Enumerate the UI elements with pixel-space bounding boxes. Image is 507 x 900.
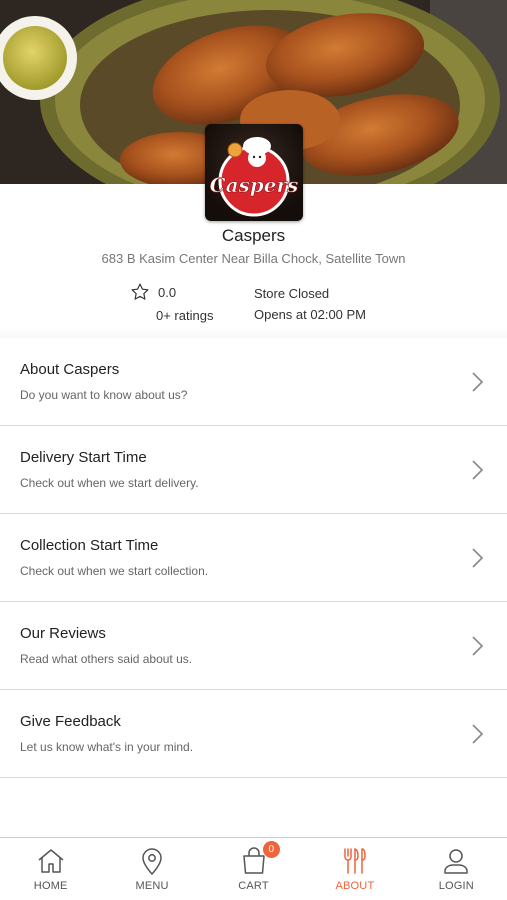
- store-address: 683 B Kasim Center Near Billa Chock, Sat…: [101, 251, 406, 266]
- list-item-delivery-time[interactable]: Delivery Start Time Check out when we st…: [0, 426, 507, 514]
- list-item-subtitle: Check out when we start delivery.: [20, 476, 199, 490]
- nav-label: MENU: [135, 880, 169, 892]
- rating-value: 0.0: [158, 284, 177, 300]
- list-item-title: Give Feedback: [20, 713, 121, 730]
- chevron-right-icon: [472, 372, 484, 392]
- nav-login[interactable]: LOGIN: [406, 838, 507, 900]
- list-item-reviews[interactable]: Our Reviews Read what others said about …: [0, 602, 507, 690]
- nav-about[interactable]: ABOUT: [304, 838, 405, 900]
- nav-label: CART: [238, 880, 269, 892]
- nav-label: HOME: [33, 880, 68, 892]
- list-item-title: About Caspers: [20, 361, 120, 378]
- ratings-count: 0+ ratings: [156, 308, 214, 323]
- bottom-navigation: HOME MENU 0 CART ABOUT LOGIN: [0, 837, 507, 900]
- chevron-right-icon: [472, 636, 484, 656]
- list-item-subtitle: Let us know what's in your mind.: [20, 740, 194, 754]
- store-opening-time: Opens at 02:00 PM: [254, 307, 367, 322]
- list-item-about[interactable]: About Caspers Do you want to know about …: [0, 338, 507, 426]
- list-item-title: Delivery Start Time: [20, 449, 147, 466]
- list-item-title: Collection Start Time: [20, 537, 159, 554]
- nav-label: ABOUT: [335, 880, 375, 892]
- cart-count-badge: 0: [262, 841, 280, 858]
- location-pin-icon: [142, 848, 162, 876]
- logo-wordmark: Caspers: [210, 173, 299, 197]
- nav-cart[interactable]: 0 CART: [203, 838, 304, 900]
- store-logo: Caspers: [205, 124, 303, 221]
- star-icon: [131, 283, 149, 300]
- store-status: Store Closed: [254, 286, 330, 301]
- fork-knife-icon: [344, 848, 366, 874]
- user-icon: [444, 849, 469, 874]
- about-menu-list: About Caspers Do you want to know about …: [0, 328, 507, 778]
- nav-home[interactable]: HOME: [0, 838, 101, 900]
- chevron-right-icon: [472, 548, 484, 568]
- store-name: Caspers: [221, 226, 286, 245]
- list-item-subtitle: Read what others said about us.: [20, 652, 193, 666]
- list-item-subtitle: Check out when we start collection.: [20, 564, 209, 578]
- home-icon: [38, 849, 64, 873]
- nav-label: LOGIN: [438, 880, 474, 892]
- chevron-right-icon: [472, 460, 484, 480]
- list-item-collection-time[interactable]: Collection Start Time Check out when we …: [0, 514, 507, 602]
- nav-menu[interactable]: MENU: [101, 838, 202, 900]
- chevron-right-icon: [472, 724, 484, 744]
- list-item-title: Our Reviews: [20, 625, 106, 642]
- list-item-feedback[interactable]: Give Feedback Let us know what's in your…: [0, 690, 507, 778]
- store-rating: 0.0: [130, 282, 176, 302]
- list-item-subtitle: Do you want to know about us?: [20, 388, 188, 402]
